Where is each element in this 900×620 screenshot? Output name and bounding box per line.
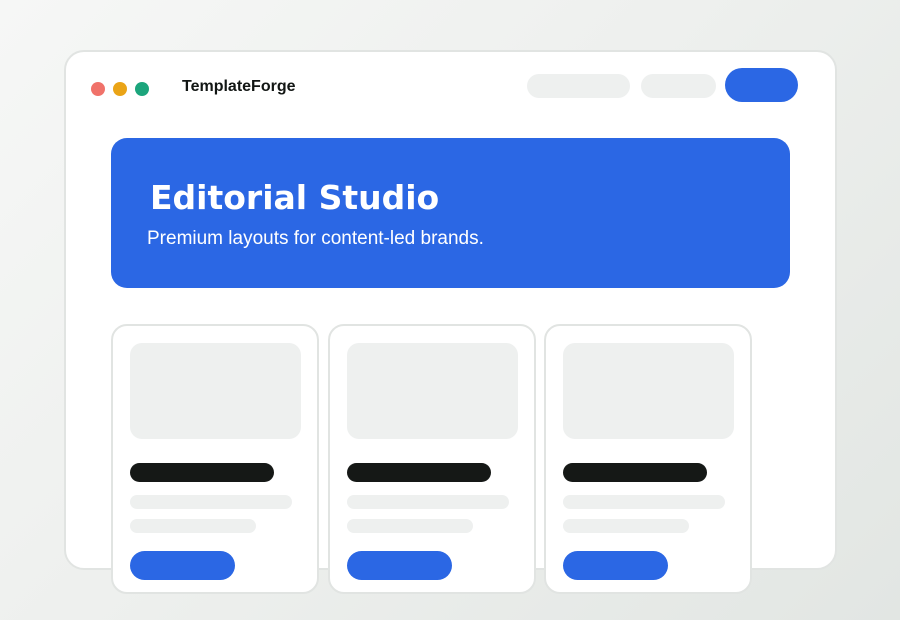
- card-image-placeholder: [130, 343, 301, 439]
- template-card[interactable]: [111, 324, 319, 594]
- nav-link-placeholder-1[interactable]: [527, 74, 630, 98]
- card-title-placeholder: [563, 463, 707, 482]
- card-text-line-placeholder: [347, 495, 509, 509]
- hero-subtitle: Premium layouts for content-led brands.: [147, 228, 484, 249]
- card-text-line-placeholder: [563, 495, 725, 509]
- window-minimize-dot[interactable]: [113, 82, 127, 96]
- card-text-line-placeholder: [563, 519, 689, 533]
- card-image-placeholder: [563, 343, 734, 439]
- card-text-line-placeholder: [130, 495, 292, 509]
- card-image-placeholder: [347, 343, 518, 439]
- card-title-placeholder: [130, 463, 274, 482]
- window-maximize-dot[interactable]: [135, 82, 149, 96]
- card-title-placeholder: [347, 463, 491, 482]
- card-text-line-placeholder: [347, 519, 473, 533]
- template-card[interactable]: [328, 324, 536, 594]
- nav-link-placeholder-2[interactable]: [641, 74, 716, 98]
- hero-title: Editorial Studio: [150, 178, 440, 217]
- window-close-dot[interactable]: [91, 82, 105, 96]
- card-action-button[interactable]: [130, 551, 235, 580]
- card-action-button[interactable]: [347, 551, 452, 580]
- template-card[interactable]: [544, 324, 752, 594]
- card-action-button[interactable]: [563, 551, 668, 580]
- nav-cta-button[interactable]: [725, 68, 798, 102]
- brand-logo-text[interactable]: TemplateForge: [182, 77, 296, 97]
- card-text-line-placeholder: [130, 519, 256, 533]
